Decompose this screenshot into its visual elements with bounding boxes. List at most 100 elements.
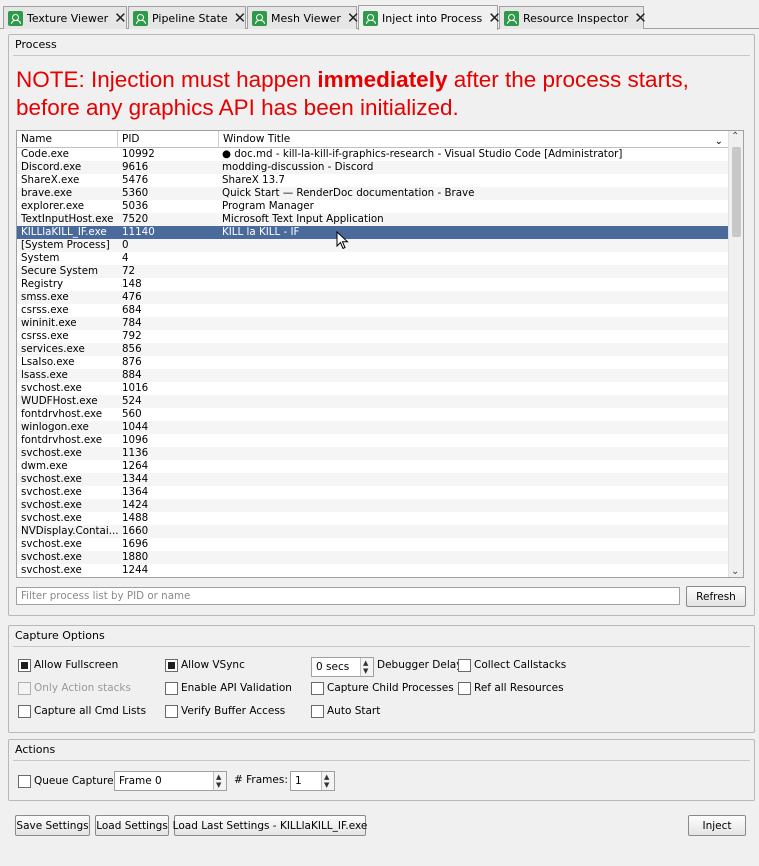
tab-inject-into-process[interactable]: Inject into Process ✕ bbox=[358, 5, 501, 30]
window-title-cell: ShareX 13.7 bbox=[222, 174, 285, 186]
table-row[interactable]: Code.exe 10992 ● doc.md - kill-la-kill-if-… bbox=[17, 148, 729, 161]
refresh-button[interactable]: Refresh bbox=[686, 586, 746, 607]
pid-cell: 784 bbox=[122, 317, 142, 329]
table-row[interactable]: System 4 bbox=[17, 252, 729, 265]
table-row[interactable]: Discord.exe 9616 modding-discussion - Disc… bbox=[17, 161, 729, 174]
renderdoc-icon bbox=[8, 10, 23, 26]
table-row[interactable]: ShareX.exe 5476 ShareX 13.7 bbox=[17, 174, 729, 187]
tab-texture-viewer[interactable]: Texture Viewer ✕ bbox=[3, 6, 127, 29]
close-icon[interactable]: ✕ bbox=[114, 10, 127, 26]
capture-child-processes-checkbox[interactable]: Capture Child Processes bbox=[311, 680, 454, 696]
checkbox-unchecked-icon bbox=[458, 658, 471, 672]
tab-pipeline-state[interactable]: Pipeline State ✕ bbox=[128, 6, 246, 29]
table-row[interactable]: NVDisplay.Contai... 1660 bbox=[17, 525, 729, 538]
table-row[interactable]: Registry 148 bbox=[17, 278, 729, 291]
load-last-settings-button[interactable]: Load Last Settings - KILLlaKILL_IF.exe bbox=[173, 815, 367, 836]
load-settings-button[interactable]: Load Settings bbox=[95, 815, 169, 836]
table-row[interactable]: svchost.exe 1364 bbox=[17, 486, 729, 499]
table-row[interactable]: svchost.exe 1424 bbox=[17, 499, 729, 512]
tab-mesh-viewer[interactable]: Mesh Viewer ✕ bbox=[247, 6, 359, 29]
table-row[interactable]: dwm.exe 1264 bbox=[17, 460, 729, 473]
tab-label: Mesh Viewer bbox=[271, 11, 341, 25]
table-row[interactable]: svchost.exe 1016 bbox=[17, 382, 729, 395]
table-row[interactable]: wininit.exe 784 bbox=[17, 317, 729, 330]
table-body: Code.exe 10992 ● doc.md - kill-la-kill-if-… bbox=[17, 148, 729, 577]
process-filter-input[interactable]: Filter process list by PID or name bbox=[16, 587, 680, 605]
table-row[interactable]: services.exe 856 bbox=[17, 343, 729, 356]
scrollbar-thumb[interactable] bbox=[732, 147, 741, 237]
debugger-delay-spinbox[interactable]: 0 secs ▲ ▼ bbox=[311, 657, 374, 677]
table-header: Name PID Window Title ⌄ bbox=[17, 131, 729, 148]
process-name-cell: csrss.exe bbox=[21, 330, 69, 342]
table-row[interactable]: fontdrvhost.exe 560 bbox=[17, 408, 729, 421]
table-row[interactable]: winlogon.exe 1044 bbox=[17, 421, 729, 434]
collect-callstacks-checkbox[interactable]: Collect Callstacks bbox=[458, 657, 566, 673]
spin-arrows[interactable]: ▲ ▼ bbox=[321, 772, 334, 790]
table-row[interactable]: svchost.exe 1880 bbox=[17, 551, 729, 564]
process-name-cell: svchost.exe bbox=[21, 551, 82, 563]
pid-cell: 1880 bbox=[122, 551, 149, 563]
only-action-stacks-checkbox[interactable]: Only Action stacks bbox=[18, 680, 131, 696]
window-title-cell: Microsoft Text Input Application bbox=[222, 213, 384, 225]
table-row[interactable]: TextInputHost.exe 7520 Microsoft Text Inpu… bbox=[17, 213, 729, 226]
process-name-cell: smss.exe bbox=[21, 291, 69, 303]
allow-fullscreen-checkbox[interactable]: Allow Fullscreen bbox=[18, 657, 118, 673]
column-header-name[interactable]: Name bbox=[17, 131, 118, 148]
table-row[interactable]: svchost.exe 1344 bbox=[17, 473, 729, 486]
column-header-window-title[interactable]: Window Title ⌄ bbox=[219, 131, 729, 148]
debugger-delay-label: Debugger Delay bbox=[377, 659, 463, 671]
table-row[interactable]: csrss.exe 792 bbox=[17, 330, 729, 343]
ref-all-resources-checkbox[interactable]: Ref all Resources bbox=[458, 680, 564, 696]
table-row[interactable]: svchost.exe 1696 bbox=[17, 538, 729, 551]
table-row[interactable]: smss.exe 476 bbox=[17, 291, 729, 304]
table-row[interactable]: [System Process] 0 bbox=[17, 239, 729, 252]
renderdoc-icon bbox=[133, 10, 148, 26]
table-row[interactable]: fontdrvhost.exe 1096 bbox=[17, 434, 729, 447]
process-name-cell: svchost.exe bbox=[21, 538, 82, 550]
frame-count-spinbox[interactable]: 1 ▲ ▼ bbox=[290, 771, 335, 791]
process-table[interactable]: Name PID Window Title ⌄ Code.exe 10992 ● d… bbox=[16, 130, 744, 578]
table-row[interactable]: lsass.exe 884 bbox=[17, 369, 729, 382]
table-row[interactable]: csrss.exe 684 bbox=[17, 304, 729, 317]
process-name-cell: Code.exe bbox=[21, 148, 69, 160]
table-row[interactable]: svchost.exe 1244 bbox=[17, 564, 729, 577]
table-row[interactable]: KILLlaKILL_IF.exe 11140 KILL la KILL - IF bbox=[17, 226, 729, 239]
table-row[interactable]: explorer.exe 5036 Program Manager bbox=[17, 200, 729, 213]
injection-note: NOTE: Injection must happen immediately … bbox=[16, 67, 689, 120]
auto-start-checkbox[interactable]: Auto Start bbox=[311, 703, 380, 719]
close-icon[interactable]: ✕ bbox=[234, 10, 247, 26]
vertical-scrollbar[interactable]: ⌃ ⌄ bbox=[728, 131, 743, 577]
pid-cell: 72 bbox=[122, 265, 136, 277]
window-title-cell: Program Manager bbox=[222, 200, 314, 212]
table-row[interactable]: svchost.exe 1136 bbox=[17, 447, 729, 460]
tab-resource-inspector[interactable]: Resource Inspector ✕ bbox=[499, 6, 647, 29]
table-row[interactable]: WUDFHost.exe 524 bbox=[17, 395, 729, 408]
pid-cell: 1696 bbox=[122, 538, 149, 550]
save-settings-button[interactable]: Save Settings bbox=[15, 815, 90, 836]
capture-all-cmd-lists-checkbox[interactable]: Capture all Cmd Lists bbox=[18, 703, 146, 719]
pid-cell: 1424 bbox=[122, 499, 149, 511]
spin-arrows[interactable]: ▲ ▼ bbox=[213, 772, 226, 790]
queue-capture-checkbox[interactable]: Queue Capture bbox=[18, 773, 114, 789]
spin-arrows[interactable]: ▲ ▼ bbox=[360, 658, 373, 676]
frame-number-spinbox[interactable]: Frame 0 ▲ ▼ bbox=[114, 771, 227, 791]
table-row[interactable]: brave.exe 5360 Quick Start — RenderDoc doc… bbox=[17, 187, 729, 200]
process-name-cell: brave.exe bbox=[21, 187, 73, 199]
enable-api-validation-checkbox[interactable]: Enable API Validation bbox=[165, 680, 292, 696]
scroll-down-icon[interactable]: ⌄ bbox=[731, 566, 739, 577]
process-name-cell: [System Process] bbox=[21, 239, 110, 251]
verify-buffer-access-checkbox[interactable]: Verify Buffer Access bbox=[165, 703, 285, 719]
process-name-cell: svchost.exe bbox=[21, 486, 82, 498]
pid-cell: 0 bbox=[122, 239, 129, 251]
pid-cell: 1044 bbox=[122, 421, 149, 433]
close-icon[interactable]: ✕ bbox=[634, 10, 647, 26]
scroll-up-icon[interactable]: ⌃ bbox=[731, 131, 739, 142]
table-row[interactable]: svchost.exe 1488 bbox=[17, 512, 729, 525]
table-row[interactable]: Secure System 72 bbox=[17, 265, 729, 278]
inject-button[interactable]: Inject bbox=[688, 815, 746, 836]
column-header-pid[interactable]: PID bbox=[118, 131, 219, 148]
note-emphasis: immediately bbox=[317, 67, 448, 92]
table-row[interactable]: LsaIso.exe 876 bbox=[17, 356, 729, 369]
allow-vsync-checkbox[interactable]: Allow VSync bbox=[165, 657, 245, 673]
process-name-cell: svchost.exe bbox=[21, 447, 82, 459]
